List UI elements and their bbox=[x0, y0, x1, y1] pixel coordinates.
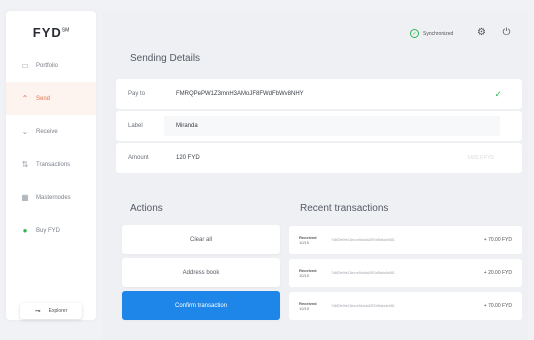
sync-status-label: Synchronized bbox=[423, 30, 454, 37]
sidebar-item-label: Transactions bbox=[36, 161, 71, 168]
tx-status: Received 10/15 bbox=[299, 301, 317, 311]
main-panel: ✓ Synchronized ⚙ ⏻ Sending Details Pay t… bbox=[102, 11, 528, 340]
amount-available-hint: 1420.0 FYD bbox=[467, 155, 494, 161]
folder-icon: ▭ bbox=[21, 61, 29, 70]
grid-icon: ▦ bbox=[21, 193, 29, 202]
sidebar-item-receive[interactable]: ⌄ Receive bbox=[6, 115, 96, 148]
tx-status: Received 10/15 bbox=[299, 268, 317, 278]
explorer-label: Explorer bbox=[48, 308, 68, 314]
explorer-button[interactable]: ⊸ Explorer bbox=[20, 303, 82, 319]
amount-row: Amount 120 FYD 1420.0 FYD bbox=[116, 143, 522, 173]
sync-check-icon: ✓ bbox=[410, 29, 419, 38]
pay-to-label: Pay to bbox=[128, 91, 146, 97]
tx-hash: 7d8f2fe9fe13ecce5bdda2f87e8fafa4e681 bbox=[331, 304, 395, 308]
clear-all-button[interactable]: Clear all bbox=[122, 225, 280, 254]
sending-details-title: Sending Details bbox=[130, 53, 201, 64]
tx-amount: + 20.00 FYD bbox=[483, 270, 512, 276]
label-row: Label Miranda bbox=[116, 111, 522, 141]
sidebar: FYDSM ▭ Portfolio ⌃ Send ⌄ Receive ⇅ Tra… bbox=[6, 11, 96, 320]
sidebar-item-transactions[interactable]: ⇅ Transactions bbox=[6, 148, 96, 181]
sidebar-item-send[interactable]: ⌃ Send bbox=[6, 82, 96, 115]
tx-hash: 7d8f2fe9fe13ecce5bdda2f87e8fafa4e681 bbox=[331, 238, 395, 242]
settings-gear-icon[interactable]: ⚙ bbox=[476, 27, 487, 38]
amount-input[interactable]: 120 FYD bbox=[176, 155, 200, 161]
app-logo: FYDSM bbox=[32, 25, 70, 40]
pay-to-row: Pay to FMRQPePW1Z3mnH3AMoJF8FWdFbWv8NHY … bbox=[116, 79, 522, 109]
power-icon[interactable]: ⏻ bbox=[501, 27, 512, 38]
tx-amount: + 70.00 FYD bbox=[483, 237, 512, 243]
sidebar-item-label: Receive bbox=[36, 128, 58, 135]
sidebar-item-label: Buy FYD bbox=[36, 227, 61, 234]
buy-dot-icon: ● bbox=[22, 226, 28, 235]
tx-hash: 7d8f2fe9fe13ecce5bdda2f87e8fafa4e681 bbox=[331, 271, 395, 275]
label-field-label: Label bbox=[128, 123, 143, 129]
valid-check-icon: ✓ bbox=[494, 88, 502, 99]
explorer-icon: ⊸ bbox=[34, 308, 41, 315]
sidebar-item-label: Masternodes bbox=[36, 194, 71, 201]
arrow-down-icon: ⌄ bbox=[21, 127, 29, 136]
label-input[interactable]: Miranda bbox=[176, 123, 198, 129]
sidebar-item-portfolio[interactable]: ▭ Portfolio bbox=[6, 49, 96, 82]
transfer-icon: ⇅ bbox=[21, 160, 29, 169]
sidebar-item-buy-fyd[interactable]: ● Buy FYD bbox=[6, 214, 96, 247]
transaction-row[interactable]: Received 10/15 7d8f2fe9fe13ecce5bdda2f87e… bbox=[289, 226, 522, 254]
confirm-transaction-button[interactable]: Confirm transaction bbox=[122, 291, 280, 320]
recent-transactions-title: Recent transactions bbox=[300, 203, 389, 214]
amount-label: Amount bbox=[128, 155, 149, 161]
actions-title: Actions bbox=[130, 203, 163, 214]
arrow-up-icon: ⌃ bbox=[21, 94, 29, 103]
sidebar-item-label: Portfolio bbox=[36, 62, 59, 69]
sync-status: ✓ Synchronized bbox=[410, 29, 453, 38]
sidebar-item-masternodes[interactable]: ▦ Masternodes bbox=[6, 181, 96, 214]
address-book-button[interactable]: Address book bbox=[122, 258, 280, 287]
sidebar-item-label: Send bbox=[36, 95, 51, 102]
transaction-row[interactable]: Received 10/15 7d8f2fe9fe13ecce5bdda2f87e… bbox=[289, 259, 522, 287]
label-input-box[interactable] bbox=[164, 116, 500, 136]
transaction-row[interactable]: Received 10/15 7d8f2fe9fe13ecce5bdda2f87e… bbox=[289, 292, 522, 320]
tx-status: Received 10/15 bbox=[299, 235, 317, 245]
pay-to-input[interactable]: FMRQPePW1Z3mnH3AMoJF8FWdFbWv8NHY bbox=[176, 91, 304, 97]
tx-amount: + 70.00 FYD bbox=[483, 303, 512, 309]
